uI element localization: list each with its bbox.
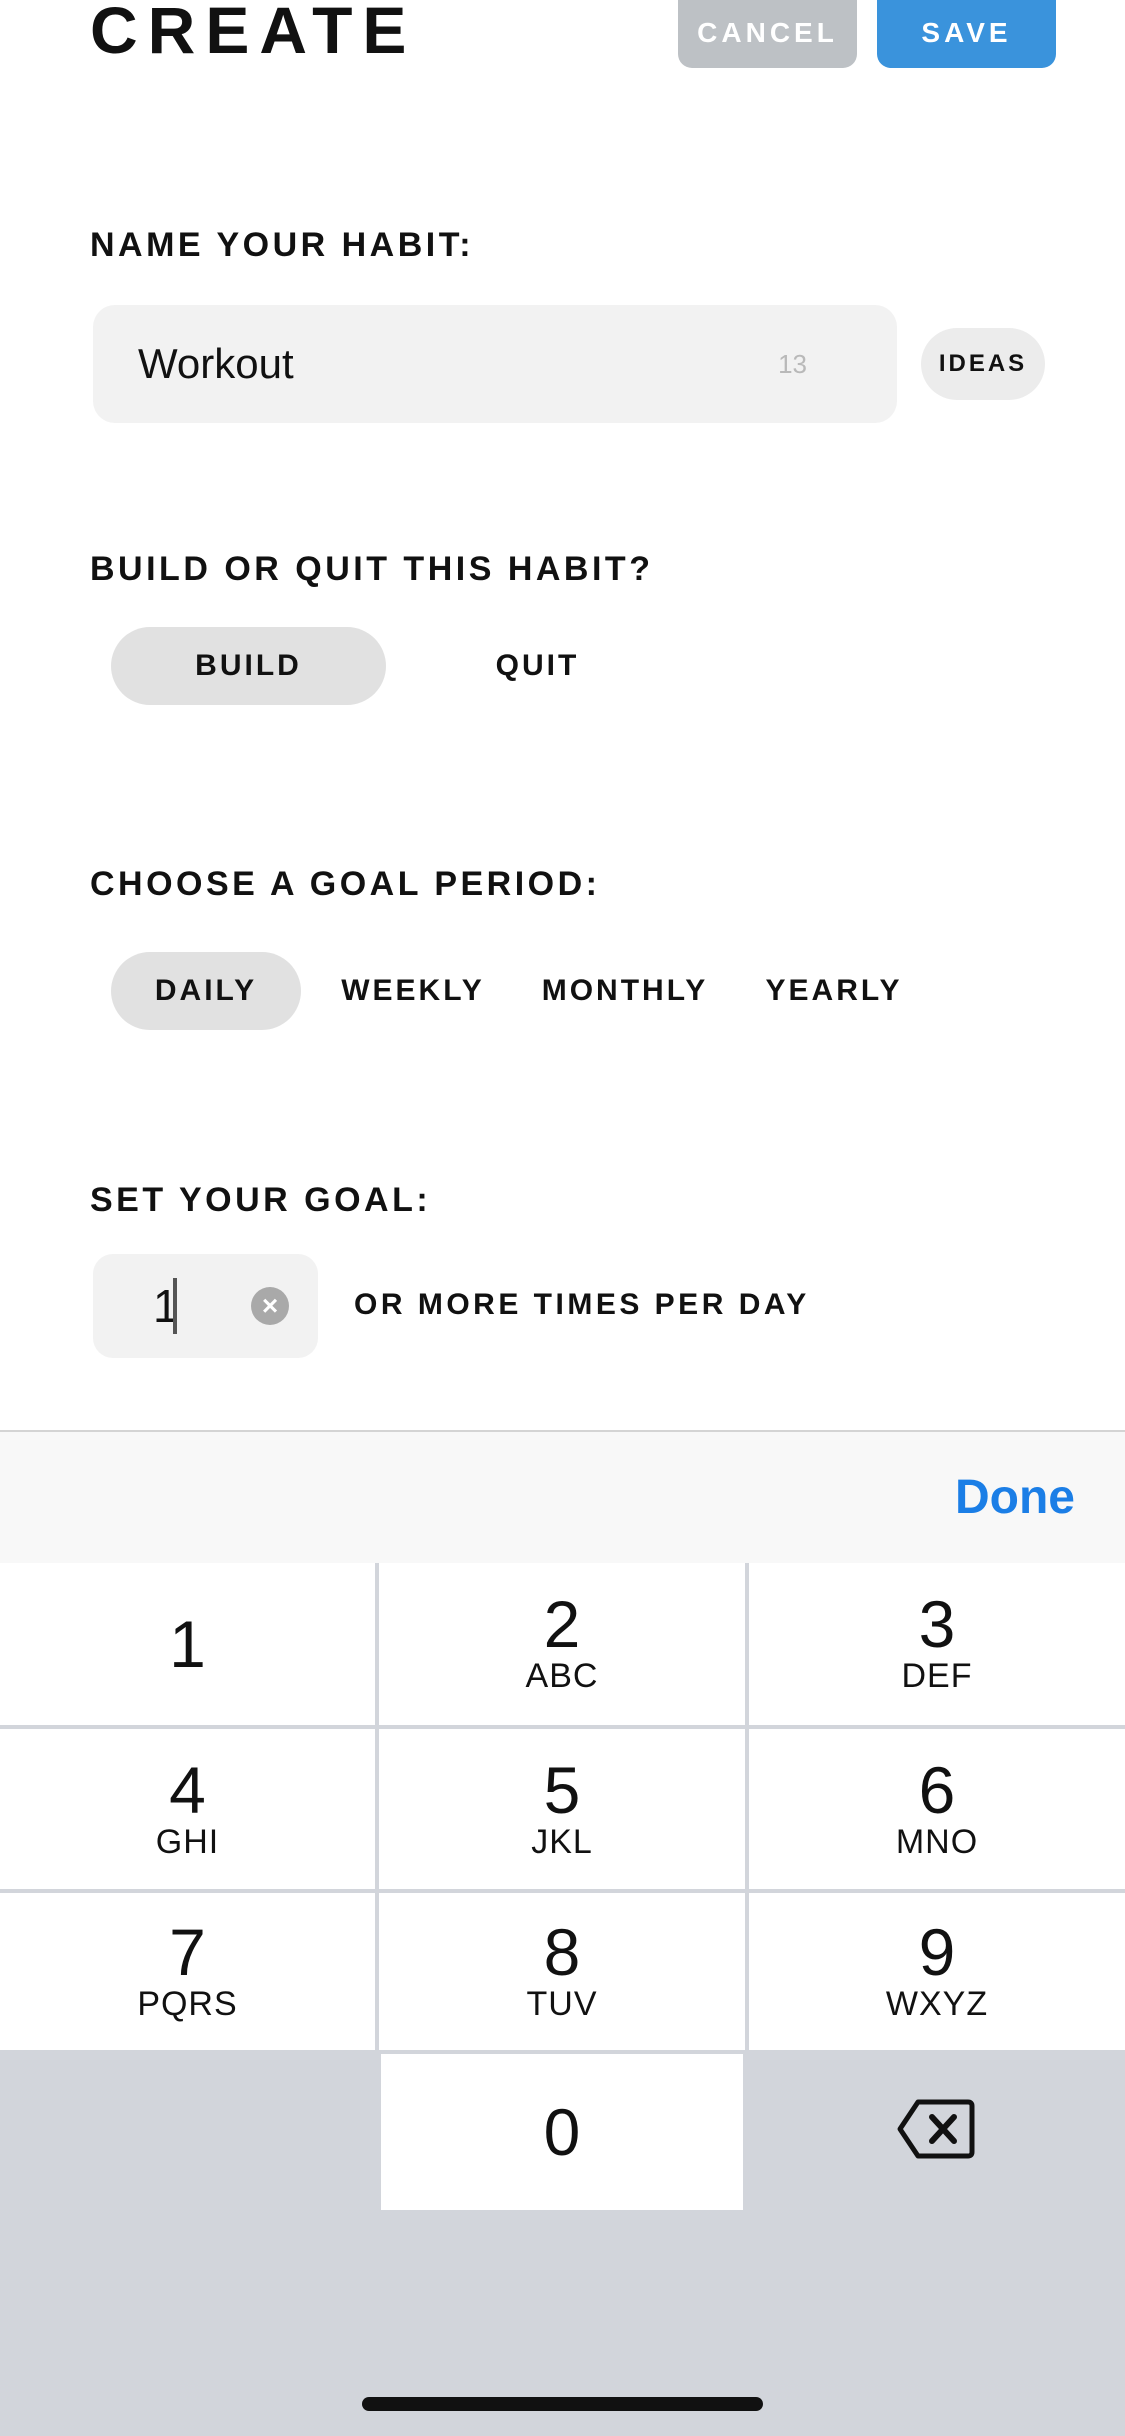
daily-option[interactable]: DAILY — [111, 952, 301, 1030]
set-goal-label: SET YOUR GOAL: — [90, 1181, 432, 1219]
key-3-letters: DEF — [901, 1657, 973, 1695]
page-title: CREATE — [90, 0, 417, 67]
char-count: 13 — [778, 349, 807, 379]
text-caret — [173, 1278, 177, 1334]
clear-icon[interactable]: × — [251, 1287, 289, 1325]
key-6[interactable]: 6 MNO — [749, 1729, 1125, 1889]
ideas-button[interactable]: IDEAS — [921, 328, 1045, 400]
key-7[interactable]: 7 PQRS — [0, 1893, 375, 2050]
build-option[interactable]: BUILD — [111, 627, 386, 705]
goal-count-input[interactable]: 1 × — [93, 1254, 318, 1358]
key-5-letters: JKL — [531, 1823, 593, 1861]
quit-option[interactable]: QUIT — [445, 627, 630, 705]
save-button[interactable]: SAVE — [877, 0, 1056, 68]
home-indicator — [362, 2397, 763, 2411]
key-5-number: 5 — [543, 1753, 581, 1827]
key-2-letters: ABC — [525, 1657, 599, 1695]
backspace-icon[interactable] — [896, 2098, 976, 2160]
key-4-number: 4 — [169, 1753, 206, 1827]
yearly-option[interactable]: YEARLY — [754, 952, 914, 1030]
done-button[interactable]: Done — [955, 1432, 1075, 1563]
keyboard-toolbar: Done — [0, 1430, 1125, 1563]
key-3-number: 3 — [918, 1587, 956, 1661]
key-4-letters: GHI — [155, 1823, 220, 1861]
key-9[interactable]: 9 WXYZ — [749, 1893, 1125, 2050]
key-1[interactable]: 1 — [0, 1563, 375, 1725]
key-8[interactable]: 8 TUV — [379, 1893, 745, 2050]
monthly-option[interactable]: MONTHLY — [530, 952, 720, 1030]
key-0-number: 0 — [543, 2095, 581, 2169]
cancel-button[interactable]: CANCEL — [678, 0, 857, 68]
key-7-number: 7 — [169, 1915, 206, 1989]
key-6-number: 6 — [918, 1753, 956, 1827]
key-2[interactable]: 2 ABC — [379, 1563, 745, 1725]
key-9-number: 9 — [918, 1915, 956, 1989]
key-1-number: 1 — [169, 1607, 206, 1681]
name-habit-label: NAME YOUR HABIT: — [90, 226, 475, 264]
habit-name-value: Workout — [138, 340, 294, 387]
goal-suffix-text: OR MORE TIMES PER DAY — [354, 1288, 810, 1321]
key-3[interactable]: 3 DEF — [749, 1563, 1125, 1725]
key-6-letters: MNO — [895, 1823, 979, 1861]
key-0[interactable]: 0 — [381, 2054, 743, 2210]
key-2-number: 2 — [543, 1587, 581, 1661]
build-quit-label: BUILD OR QUIT THIS HABIT? — [90, 550, 654, 588]
weekly-option[interactable]: WEEKLY — [330, 952, 496, 1030]
key-5[interactable]: 5 JKL — [379, 1729, 745, 1889]
key-4[interactable]: 4 GHI — [0, 1729, 375, 1889]
goal-period-label: CHOOSE A GOAL PERIOD: — [90, 865, 601, 903]
key-7-letters: PQRS — [137, 1985, 238, 2023]
key-8-letters: TUV — [526, 1985, 598, 2023]
key-9-letters: WXYZ — [885, 1985, 989, 2023]
key-8-number: 8 — [543, 1915, 581, 1989]
habit-name-input[interactable]: Workout 13 — [93, 305, 897, 423]
